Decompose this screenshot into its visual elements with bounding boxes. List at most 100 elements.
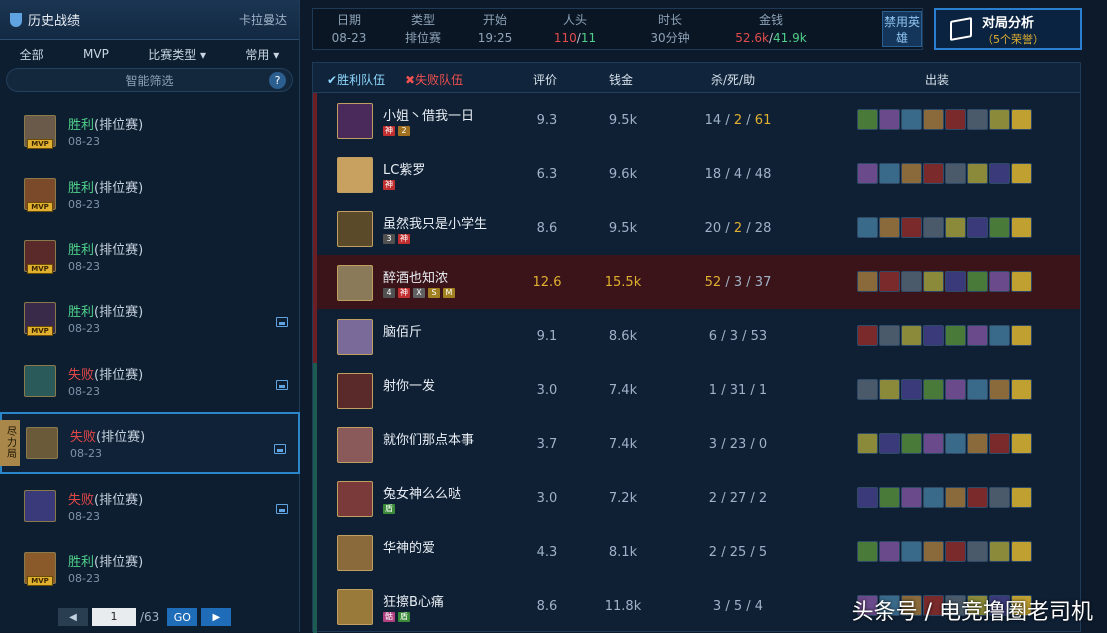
player-row[interactable]: 小姐丶借我一日神 2 9.3 9.5k 14 / 2 / 61 (313, 93, 1080, 147)
item-icon[interactable] (945, 271, 966, 292)
item-icon[interactable] (967, 271, 988, 292)
item-icon[interactable] (967, 163, 988, 184)
smart-filter-button[interactable]: 智能筛选 ? (6, 68, 293, 92)
item-icon[interactable] (945, 109, 966, 130)
player-row[interactable]: 醉酒也知浓 4 神 X S M 12.6 15.5k 52 / 3 / 37 (313, 255, 1080, 309)
item-icon[interactable] (901, 541, 922, 562)
item-icon[interactable] (879, 379, 900, 400)
item-icon[interactable] (857, 325, 878, 346)
match-item[interactable]: MVP 胜利(排位赛) 08-23 (0, 100, 300, 162)
match-item[interactable]: 失败(排位赛) 08-23 (0, 350, 300, 412)
item-icon[interactable] (923, 163, 944, 184)
item-icon[interactable] (901, 109, 922, 130)
item-icon[interactable] (879, 163, 900, 184)
item-icon[interactable] (857, 541, 878, 562)
trinket-icon[interactable] (1011, 541, 1032, 562)
item-icon[interactable] (989, 217, 1010, 238)
player-name[interactable]: 虽然我只是小学生 (383, 213, 487, 232)
player-row[interactable]: 虽然我只是小学生 3 神 8.6 9.5k 20 / 2 / 28 (313, 201, 1080, 255)
item-icon[interactable] (945, 433, 966, 454)
item-icon[interactable] (923, 271, 944, 292)
player-name[interactable]: 小姐丶借我一日 (383, 105, 474, 124)
filter-mvp[interactable]: MVP (77, 47, 115, 61)
filter-all[interactable]: 全部 (14, 46, 50, 63)
item-icon[interactable] (967, 109, 988, 130)
item-icon[interactable] (923, 433, 944, 454)
picture-icon[interactable] (276, 379, 288, 390)
item-icon[interactable] (967, 487, 988, 508)
item-icon[interactable] (901, 163, 922, 184)
player-name[interactable]: 兔女神么么哒 (383, 483, 461, 502)
item-icon[interactable] (923, 217, 944, 238)
trinket-icon[interactable] (1011, 325, 1032, 346)
item-icon[interactable] (879, 487, 900, 508)
item-icon[interactable] (901, 217, 922, 238)
item-icon[interactable] (967, 541, 988, 562)
item-icon[interactable] (989, 379, 1010, 400)
player-row[interactable]: 就你们那点本事 3.7 7.4k 3 / 23 / 0 (313, 417, 1080, 471)
player-name[interactable]: 狂擦B心痛 (383, 591, 444, 610)
item-icon[interactable] (901, 433, 922, 454)
item-icon[interactable] (857, 433, 878, 454)
item-icon[interactable] (879, 217, 900, 238)
match-item[interactable]: MVP 胜利(排位赛) 08-23 (0, 225, 300, 287)
item-icon[interactable] (879, 271, 900, 292)
next-page-button[interactable]: ▶ (201, 608, 232, 626)
item-icon[interactable] (857, 109, 878, 130)
match-item[interactable]: 尽力局 失败(排位赛) 08-23 (0, 411, 300, 475)
item-icon[interactable] (857, 379, 878, 400)
item-icon[interactable] (879, 109, 900, 130)
picture-icon[interactable] (274, 443, 286, 454)
player-name[interactable]: 就你们那点本事 (383, 429, 474, 448)
trinket-icon[interactable] (1011, 379, 1032, 400)
match-analysis-button[interactable]: 对局分析 （5个荣誉） (934, 8, 1082, 50)
item-icon[interactable] (989, 163, 1010, 184)
trinket-icon[interactable] (1011, 271, 1032, 292)
item-icon[interactable] (945, 163, 966, 184)
item-icon[interactable] (879, 541, 900, 562)
player-row[interactable]: 华神的爱 4.3 8.1k 2 / 25 / 5 (313, 525, 1080, 579)
item-icon[interactable] (989, 271, 1010, 292)
item-icon[interactable] (923, 487, 944, 508)
item-icon[interactable] (923, 109, 944, 130)
item-icon[interactable] (923, 541, 944, 562)
item-icon[interactable] (879, 433, 900, 454)
item-icon[interactable] (901, 379, 922, 400)
player-row[interactable]: LC紫罗神 6.3 9.6k 18 / 4 / 48 (313, 147, 1080, 201)
match-item[interactable]: MVP 胜利(排位赛) 08-23 (0, 162, 300, 224)
item-icon[interactable] (857, 487, 878, 508)
item-icon[interactable] (901, 487, 922, 508)
item-icon[interactable] (945, 541, 966, 562)
picture-icon[interactable] (276, 504, 288, 515)
player-name[interactable]: 醉酒也知浓 (383, 267, 448, 286)
player-row[interactable]: 射你一发 3.0 7.4k 1 / 31 / 1 (313, 363, 1080, 417)
filter-common[interactable]: 常用 ▾ (239, 46, 285, 63)
item-icon[interactable] (857, 217, 878, 238)
trinket-icon[interactable] (1011, 487, 1032, 508)
item-icon[interactable] (989, 325, 1010, 346)
filter-match-type[interactable]: 比赛类型 ▾ (142, 46, 212, 63)
item-icon[interactable] (857, 163, 878, 184)
item-icon[interactable] (967, 325, 988, 346)
item-icon[interactable] (901, 271, 922, 292)
item-icon[interactable] (967, 379, 988, 400)
prev-page-button[interactable]: ◀ (58, 608, 88, 626)
match-item[interactable]: 失败(排位赛) 08-23 (0, 474, 300, 536)
banned-heroes-button[interactable]: 禁用英雄 (882, 11, 922, 47)
player-name[interactable]: 脑佰斤 (383, 321, 422, 340)
item-icon[interactable] (945, 217, 966, 238)
item-icon[interactable] (901, 325, 922, 346)
player-name[interactable]: 华神的爱 (383, 537, 435, 556)
trinket-icon[interactable] (1011, 433, 1032, 454)
trinket-icon[interactable] (1011, 163, 1032, 184)
help-icon[interactable]: ? (269, 72, 286, 89)
page-input[interactable]: 1 (92, 608, 136, 626)
match-item[interactable]: MVP 胜利(排位赛) 08-23 (0, 537, 300, 599)
picture-icon[interactable] (276, 317, 288, 328)
trinket-icon[interactable] (1011, 217, 1032, 238)
item-icon[interactable] (989, 109, 1010, 130)
player-row[interactable]: 脑佰斤 9.1 8.6k 6 / 3 / 53 (313, 309, 1080, 363)
go-button[interactable]: GO (167, 608, 198, 626)
player-name[interactable]: LC紫罗 (383, 159, 425, 178)
player-name[interactable]: 射你一发 (383, 375, 435, 394)
